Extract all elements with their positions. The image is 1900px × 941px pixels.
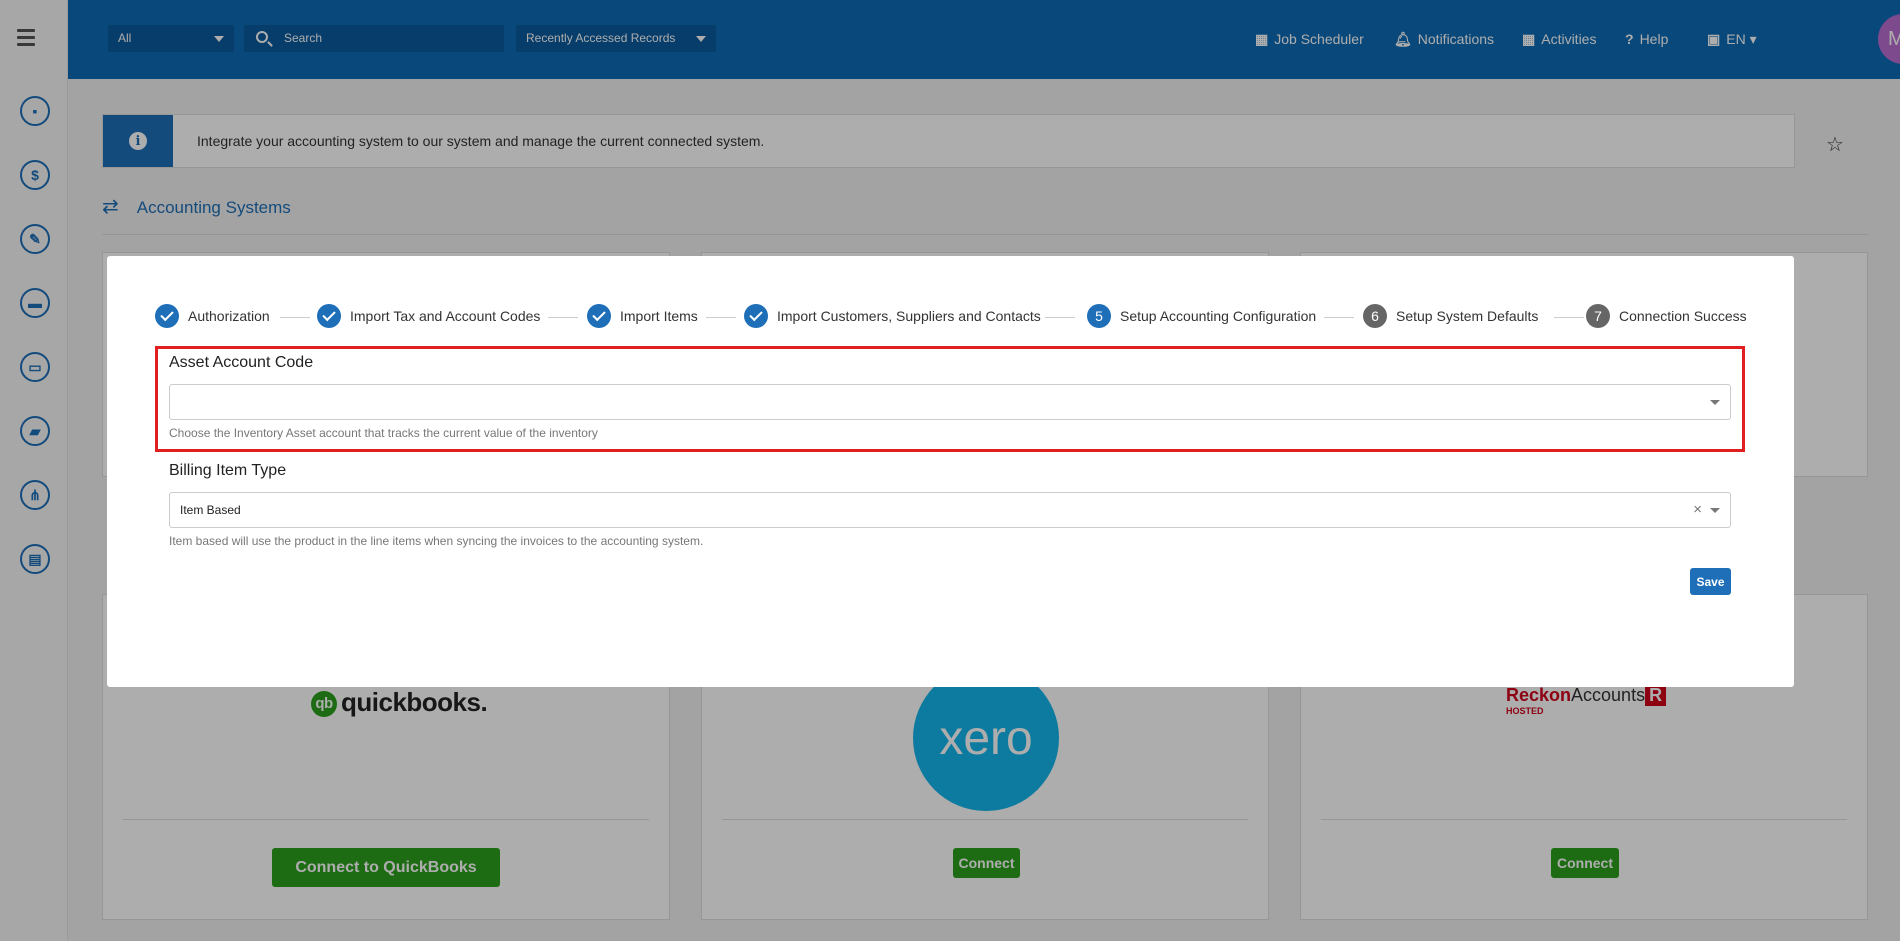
step-number: 5 <box>1087 304 1111 328</box>
clear-icon[interactable]: × <box>1693 493 1702 527</box>
billing-item-type-select[interactable]: Item Based × <box>169 492 1731 528</box>
step-number: 7 <box>1586 304 1610 328</box>
check-icon <box>744 304 768 328</box>
step-connector <box>706 317 736 318</box>
billing-item-type-help: Item based will use the product in the l… <box>169 534 704 548</box>
step-authorization: Authorization <box>155 304 270 328</box>
step-number: 6 <box>1363 304 1387 328</box>
step-connector <box>1045 317 1075 318</box>
check-icon <box>317 304 341 328</box>
step-setup-accounting: 5 Setup Accounting Configuration <box>1087 304 1316 328</box>
step-system-defaults: 6 Setup System Defaults <box>1363 304 1538 328</box>
step-connector <box>1554 317 1584 318</box>
step-import-customers: Import Customers, Suppliers and Contacts <box>744 304 1041 328</box>
step-import-tax: Import Tax and Account Codes <box>317 304 540 328</box>
check-icon <box>155 304 179 328</box>
step-label: Setup Accounting Configuration <box>1120 308 1317 324</box>
step-label: Import Customers, Suppliers and Contacts <box>777 308 1041 324</box>
step-connector <box>548 317 578 318</box>
billing-item-type-label: Billing Item Type <box>169 462 287 479</box>
step-label: Setup System Defaults <box>1396 308 1539 324</box>
chevron-down-icon <box>1710 508 1720 513</box>
step-connector <box>280 317 310 318</box>
step-label: Import Tax and Account Codes <box>350 308 541 324</box>
step-label: Import Items <box>620 308 698 324</box>
check-icon <box>587 304 611 328</box>
asset-account-select[interactable] <box>169 384 1731 420</box>
step-import-items: Import Items <box>587 304 698 328</box>
billing-item-type-value: Item Based <box>180 503 241 517</box>
setup-wizard-modal: Authorization Import Tax and Account Cod… <box>107 256 1794 687</box>
step-label: Connection Success <box>1619 308 1747 324</box>
asset-account-label: Asset Account Code <box>169 354 314 371</box>
save-label: Save <box>1696 574 1725 589</box>
wizard-stepper: Authorization Import Tax and Account Cod… <box>155 304 1755 332</box>
step-connection-success: 7 Connection Success <box>1586 304 1747 328</box>
chevron-down-icon <box>1710 400 1720 405</box>
asset-account-help: Choose the Inventory Asset account that … <box>169 426 598 440</box>
save-button[interactable]: Save <box>1690 568 1731 595</box>
step-label: Authorization <box>188 308 270 324</box>
step-connector <box>1324 317 1354 318</box>
